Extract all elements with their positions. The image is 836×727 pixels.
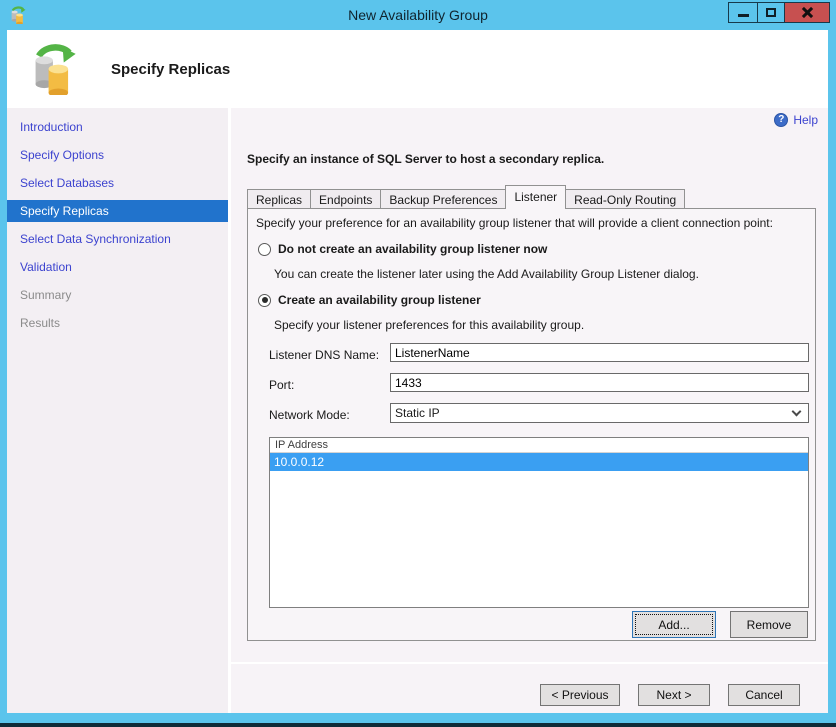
help-label: Help: [793, 113, 818, 127]
listener-dns-name-label: Listener DNS Name:: [269, 348, 380, 362]
wizard-navigation: < Previous Next > Cancel: [540, 684, 800, 706]
port-input[interactable]: [390, 373, 809, 392]
network-mode-dropdown[interactable]: Static IP: [390, 403, 809, 423]
titlebar: New Availability Group: [0, 0, 836, 30]
footer-divider: [231, 662, 828, 664]
close-button[interactable]: [784, 2, 830, 23]
port-label: Port:: [269, 378, 295, 392]
sidebar-item-specify-replicas[interactable]: Specify Replicas: [7, 200, 228, 222]
sidebar-item-select-data-synchronization[interactable]: Select Data Synchronization: [7, 228, 228, 250]
wizard-header: Specify Replicas: [7, 30, 828, 108]
tab-endpoints[interactable]: Endpoints: [310, 189, 382, 209]
option-label: Do not create an availability group list…: [278, 242, 548, 256]
listener-tab-panel: Specify your preference for an availabil…: [247, 208, 816, 641]
window-bottom-edge: [0, 723, 836, 727]
listener-dns-name-input[interactable]: [390, 343, 809, 362]
maximize-icon: [766, 8, 776, 17]
option-description: Specify your listener preferences for th…: [274, 318, 585, 332]
minimize-button[interactable]: [728, 2, 758, 23]
option-label: Create an availability group listener: [278, 293, 481, 307]
sidebar-item-results: Results: [20, 316, 61, 330]
tab-read-only-routing[interactable]: Read-Only Routing: [565, 189, 686, 209]
page-title: Specify Replicas: [111, 60, 231, 78]
ip-address-column-header: IP Address: [270, 438, 808, 453]
network-mode-label: Network Mode:: [269, 408, 350, 422]
option-description: You can create the listener later using …: [274, 267, 699, 281]
tab-listener[interactable]: Listener: [505, 185, 567, 209]
add-button[interactable]: Add...: [632, 611, 716, 638]
new-availability-group-window: New Availability Group Specify Replicas: [0, 0, 836, 727]
wizard-steps-sidebar: Introduction Specify Options Select Data…: [7, 108, 228, 713]
sidebar-item-summary: Summary: [20, 288, 72, 302]
sidebar-item-validation[interactable]: Validation: [7, 256, 228, 278]
window-controls: [728, 2, 830, 23]
close-icon: [801, 6, 814, 19]
radio-selected-icon[interactable]: [258, 293, 271, 307]
maximize-button[interactable]: [757, 2, 785, 23]
cancel-button[interactable]: Cancel: [728, 684, 800, 706]
network-mode-value: Static IP: [395, 406, 440, 420]
option-do-not-create-listener[interactable]: Do not create an availability group list…: [258, 242, 547, 256]
help-question-icon: ?: [774, 113, 789, 127]
wizard-content: ? Help Specify an instance of SQL Server…: [231, 108, 828, 713]
option-create-listener[interactable]: Create an availability group listener: [258, 293, 481, 307]
sidebar-item-specify-options[interactable]: Specify Options: [7, 144, 228, 166]
previous-button[interactable]: < Previous: [540, 684, 620, 706]
window-title: New Availability Group: [348, 7, 488, 23]
dialog-frame: Specify Replicas Introduction Specify Op…: [7, 30, 828, 713]
sidebar-item-select-databases[interactable]: Select Databases: [7, 172, 228, 194]
sidebar-item-introduction[interactable]: Introduction: [7, 116, 228, 138]
tab-backup-preferences[interactable]: Backup Preferences: [380, 189, 507, 209]
tab-strip: Replicas Endpoints Backup Preferences Li…: [247, 185, 686, 209]
tab-replicas[interactable]: Replicas: [247, 189, 312, 209]
help-link[interactable]: ? Help: [774, 113, 818, 127]
database-sync-icon: [11, 6, 26, 24]
ip-address-list[interactable]: IP Address 10.0.0.12: [269, 437, 809, 608]
page-instruction: Specify an instance of SQL Server to hos…: [247, 152, 605, 166]
listener-preference-text: Specify your preference for an availabil…: [256, 216, 773, 230]
chevron-down-icon: [791, 406, 802, 417]
minimize-icon: [737, 14, 749, 17]
wizard-body: Introduction Specify Options Select Data…: [7, 108, 828, 713]
radio-unselected-icon[interactable]: [258, 242, 271, 256]
ip-address-row-selected[interactable]: 10.0.0.12: [270, 453, 808, 471]
remove-button[interactable]: Remove: [730, 611, 808, 638]
next-button[interactable]: Next >: [638, 684, 710, 706]
database-sync-icon: [35, 44, 76, 95]
ip-list-actions: Add... Remove: [632, 611, 808, 638]
